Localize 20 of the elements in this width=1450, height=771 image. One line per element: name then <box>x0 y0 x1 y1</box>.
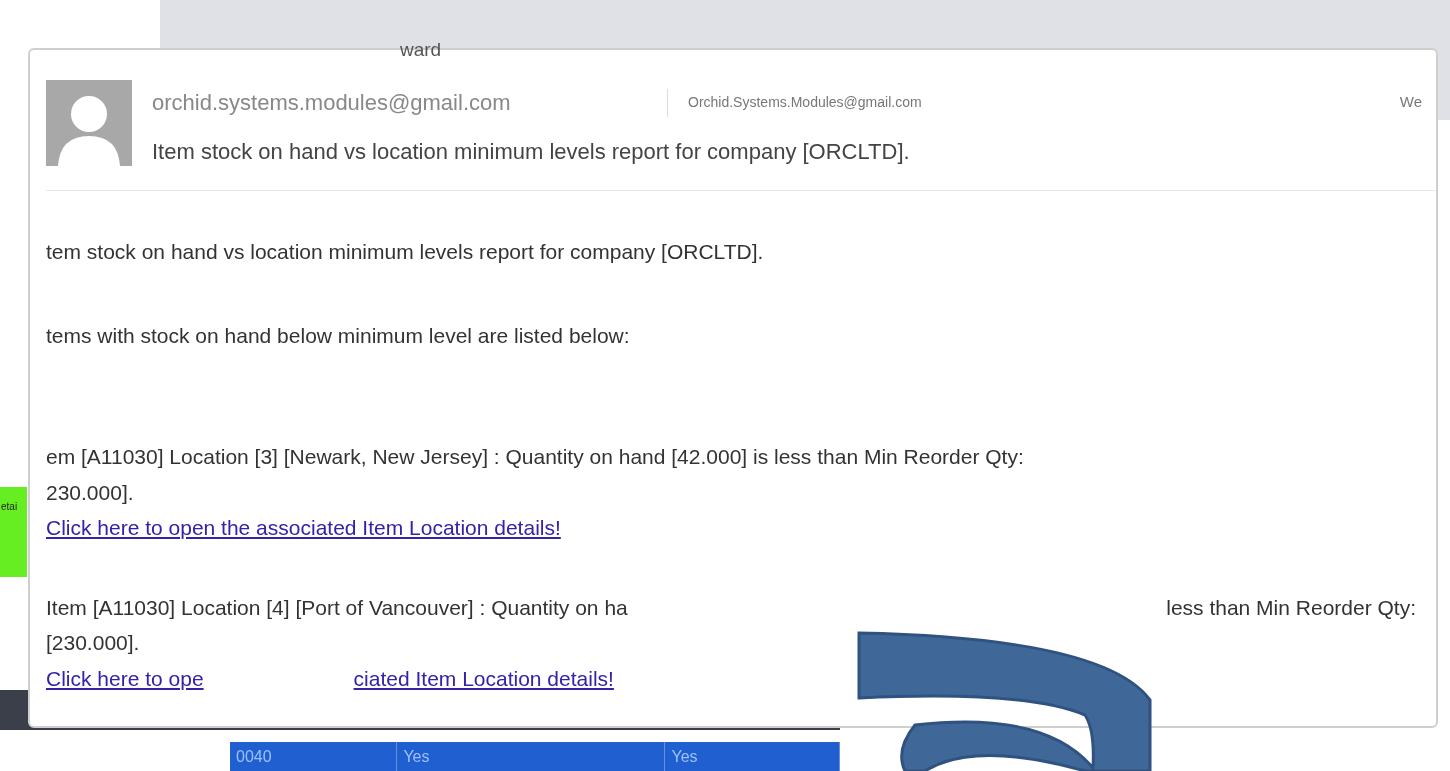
email-subject: Item stock on hand vs location minimum levels report for company [ORCLTD]. <box>152 138 911 166</box>
body-text: tems with stock on hand below minimum level are listed below: <box>46 322 631 349</box>
recipient-address: Orchid.Systems.Modules@gmail.com <box>688 93 922 112</box>
details-link[interactable]: Click here to open the associated Item Location details! <box>46 512 561 544</box>
date-text: We <box>1399 92 1422 113</box>
grid-cell: Yes <box>397 742 666 771</box>
avatar-icon <box>46 80 132 166</box>
quantity-text: 230.000]. <box>46 479 135 506</box>
details-link[interactable]: ciated Item Location details! <box>353 662 614 694</box>
forward-button[interactable]: ward <box>400 39 442 60</box>
sender-address: orchid.systems.modules@gmail.com <box>152 89 512 117</box>
quantity-text: [230.000]. <box>46 630 141 656</box>
grid-cell: 0040 <box>230 742 398 771</box>
action-button[interactable]: etai <box>0 487 27 577</box>
grid-cell: Yes <box>665 742 840 771</box>
details-link[interactable]: Click here to ope <box>46 662 204 694</box>
body-text: tem stock on hand vs location minimum levels report for company [ORCLTD]. <box>46 239 765 265</box>
item-text: em [A11030] Location [3] [Newark, New Jersey] : Quantity on hand [42.000] is less than Min Reorder Qty: <box>46 444 1024 470</box>
item-text: less than Min Reorder Qty: <box>1166 594 1416 621</box>
item-text: Item [A11030] Location [4] [Port of Vancouver] : Quantity on ha <box>46 594 628 621</box>
